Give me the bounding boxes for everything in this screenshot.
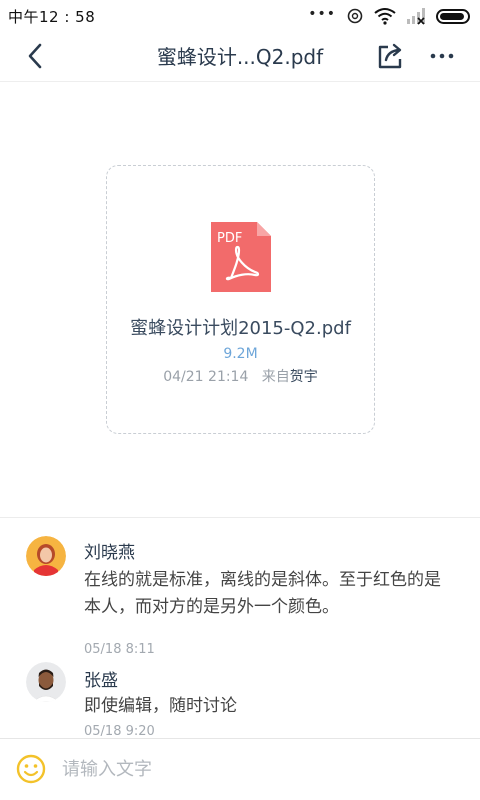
comment-input[interactable] — [62, 753, 442, 785]
comment-time: 05/18 8:11 — [84, 642, 155, 657]
battery-icon — [436, 8, 470, 24]
status-icons: ••• — [308, 7, 470, 25]
file-date: 04/21 21:14 — [163, 369, 249, 385]
file-meta: 04/21 21:14 来自贺宇 — [107, 366, 374, 386]
nav-bar: 蜜蜂设计...Q2.pdf — [0, 32, 480, 82]
signal-icon — [407, 8, 425, 25]
file-from-label: 来自 — [261, 369, 290, 385]
comment-text: 即使编辑，随时讨论 — [84, 696, 237, 716]
file-name: 蜜蜂设计计划2015-Q2.pdf — [130, 318, 351, 339]
file-sender[interactable]: 贺宇 — [290, 369, 318, 385]
file-size: 9.2M — [223, 346, 258, 362]
pdf-file-icon: PDF — [211, 222, 271, 292]
emoji-icon[interactable] — [16, 754, 46, 784]
file-card[interactable]: PDF 蜜蜂设计计划2015-Q2.pdf 9.2M 04/21 21:14 来… — [106, 165, 375, 434]
pdf-icon-label: PDF — [217, 231, 242, 246]
back-icon[interactable] — [20, 40, 52, 72]
file-preview-area: PDF 蜜蜂设计计划2015-Q2.pdf 9.2M 04/21 21:14 来… — [0, 83, 480, 517]
comment-author[interactable]: 刘晓燕 — [84, 538, 135, 563]
status-bar: 中午12 : 58 ••• — [0, 0, 480, 32]
more-icon[interactable] — [428, 40, 456, 72]
woman-avatar[interactable] — [26, 536, 66, 576]
status-time: 中午12 : 58 — [8, 8, 96, 26]
more-dots-icon: ••• — [308, 6, 336, 22]
comment-author[interactable]: 张盛 — [84, 666, 118, 691]
comment-input-bar — [0, 738, 480, 800]
man-avatar[interactable] — [26, 662, 66, 702]
share-icon[interactable] — [374, 40, 406, 72]
page-title: 蜜蜂设计...Q2.pdf — [156, 45, 324, 69]
sync-icon — [347, 8, 363, 24]
wifi-icon — [374, 8, 396, 25]
comment-text: 在线的就是标准，离线的是斜体。至于红色的是本人，而对方的是另外一个颜色。 — [84, 570, 441, 617]
comment-list[interactable]: 刘晓燕 在线的就是标准，离线的是斜体。至于红色的是本人，而对方的是另外一个颜色。… — [0, 517, 480, 738]
comment-time: 05/18 9:20 — [84, 724, 155, 738]
